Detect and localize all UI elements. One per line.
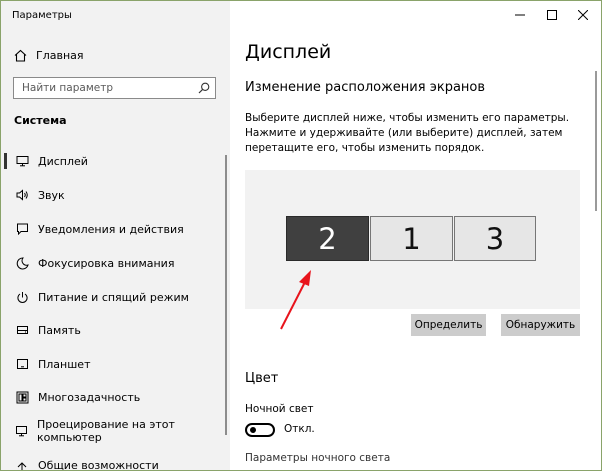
maximize-button[interactable] [542, 7, 562, 23]
night-light-state: Откл. [284, 423, 315, 435]
sidebar-item-multitasking[interactable]: Многозадачность [1, 384, 227, 410]
monitor-number: 2 [318, 221, 337, 256]
sidebar-item-label: Проецирование на этот компьютер [37, 418, 175, 444]
night-light-label: Ночной свет [245, 403, 314, 415]
close-button[interactable] [573, 7, 593, 23]
monitor-number: 3 [485, 221, 505, 256]
power-icon [15, 291, 29, 304]
sidebar-item-label: Питание и спящий режим [38, 290, 189, 304]
arrange-description: Выберите дисплей ниже, чтобы изменить ег… [245, 112, 570, 154]
sidebar-item-display[interactable]: Дисплей [1, 148, 227, 174]
scrollbar-thumb[interactable] [595, 71, 597, 211]
detect-button[interactable]: Обнаружить [501, 314, 580, 336]
search-placeholder: Найти параметр [22, 82, 113, 94]
main-scrollbar[interactable] [592, 71, 600, 211]
home-icon [14, 49, 27, 62]
home-link[interactable]: Главная [14, 46, 84, 64]
page-title: Дисплей [245, 41, 332, 63]
monitor-2[interactable]: 2 [286, 216, 369, 261]
sidebar-item-tablet[interactable]: Планшет [1, 351, 227, 377]
monitor-1[interactable]: 1 [370, 216, 453, 261]
color-heading: Цвет [245, 371, 279, 386]
sidebar-item-label: Уведомления и действия [38, 222, 184, 236]
active-indicator [4, 153, 7, 169]
app-title: Параметры [12, 10, 72, 21]
sidebar-item-notifications[interactable]: Уведомления и действия [1, 216, 227, 242]
identify-button[interactable]: Определить [411, 314, 486, 336]
night-light-settings-link[interactable]: Параметры ночного света [245, 452, 390, 464]
monitor-icon [15, 155, 29, 167]
settings-window: Параметры Главная Найти параметр Система… [0, 0, 602, 471]
multitasking-icon [15, 391, 29, 404]
sidebar-item-projection[interactable]: Проецирование на этот компьютер [1, 418, 227, 444]
search-icon[interactable] [193, 82, 215, 94]
sidebar-item-label: Планшет [38, 357, 91, 371]
maximize-icon [547, 10, 557, 20]
annotation-arrow [280, 270, 311, 330]
sidebar-item-label: Многозадачность [38, 390, 141, 404]
sidebar-item-sound[interactable]: Звук [1, 182, 227, 208]
sidebar-item-label: Память [38, 323, 81, 337]
sidebar: Параметры Главная Найти параметр Система… [1, 1, 230, 470]
storage-icon [15, 324, 29, 336]
sidebar-item-shared-experiences[interactable]: Общие возможности [1, 452, 227, 471]
search-input[interactable]: Найти параметр [13, 77, 216, 99]
sidebar-scrollbar[interactable] [225, 155, 227, 435]
minimize-button[interactable] [510, 7, 530, 23]
main-panel: Дисплей Изменение расположения экранов В… [230, 1, 601, 470]
projection-icon [15, 425, 28, 437]
notification-icon [15, 223, 29, 235]
sidebar-item-label: Дисплей [38, 154, 88, 168]
home-label: Главная [36, 48, 84, 62]
sidebar-item-label: Общие возможности [38, 458, 159, 471]
shared-icon [15, 459, 29, 470]
minimize-icon [515, 14, 525, 16]
sidebar-item-label: Фокусировка внимания [38, 256, 175, 270]
monitor-3[interactable]: 3 [454, 216, 536, 261]
sidebar-item-power[interactable]: Питание и спящий режим [1, 284, 227, 310]
close-icon [578, 10, 588, 20]
sidebar-item-storage[interactable]: Память [1, 317, 227, 343]
monitor-number: 1 [402, 221, 421, 256]
night-light-toggle[interactable] [245, 423, 275, 437]
tablet-icon [15, 358, 29, 370]
moon-icon [15, 256, 29, 270]
toggle-knob [250, 427, 256, 433]
sidebar-item-focus-assist[interactable]: Фокусировка внимания [1, 250, 227, 276]
arrange-heading: Изменение расположения экранов [245, 80, 486, 95]
section-label: Система [14, 114, 67, 127]
speaker-icon [15, 189, 29, 201]
sidebar-item-label: Звук [38, 188, 65, 202]
